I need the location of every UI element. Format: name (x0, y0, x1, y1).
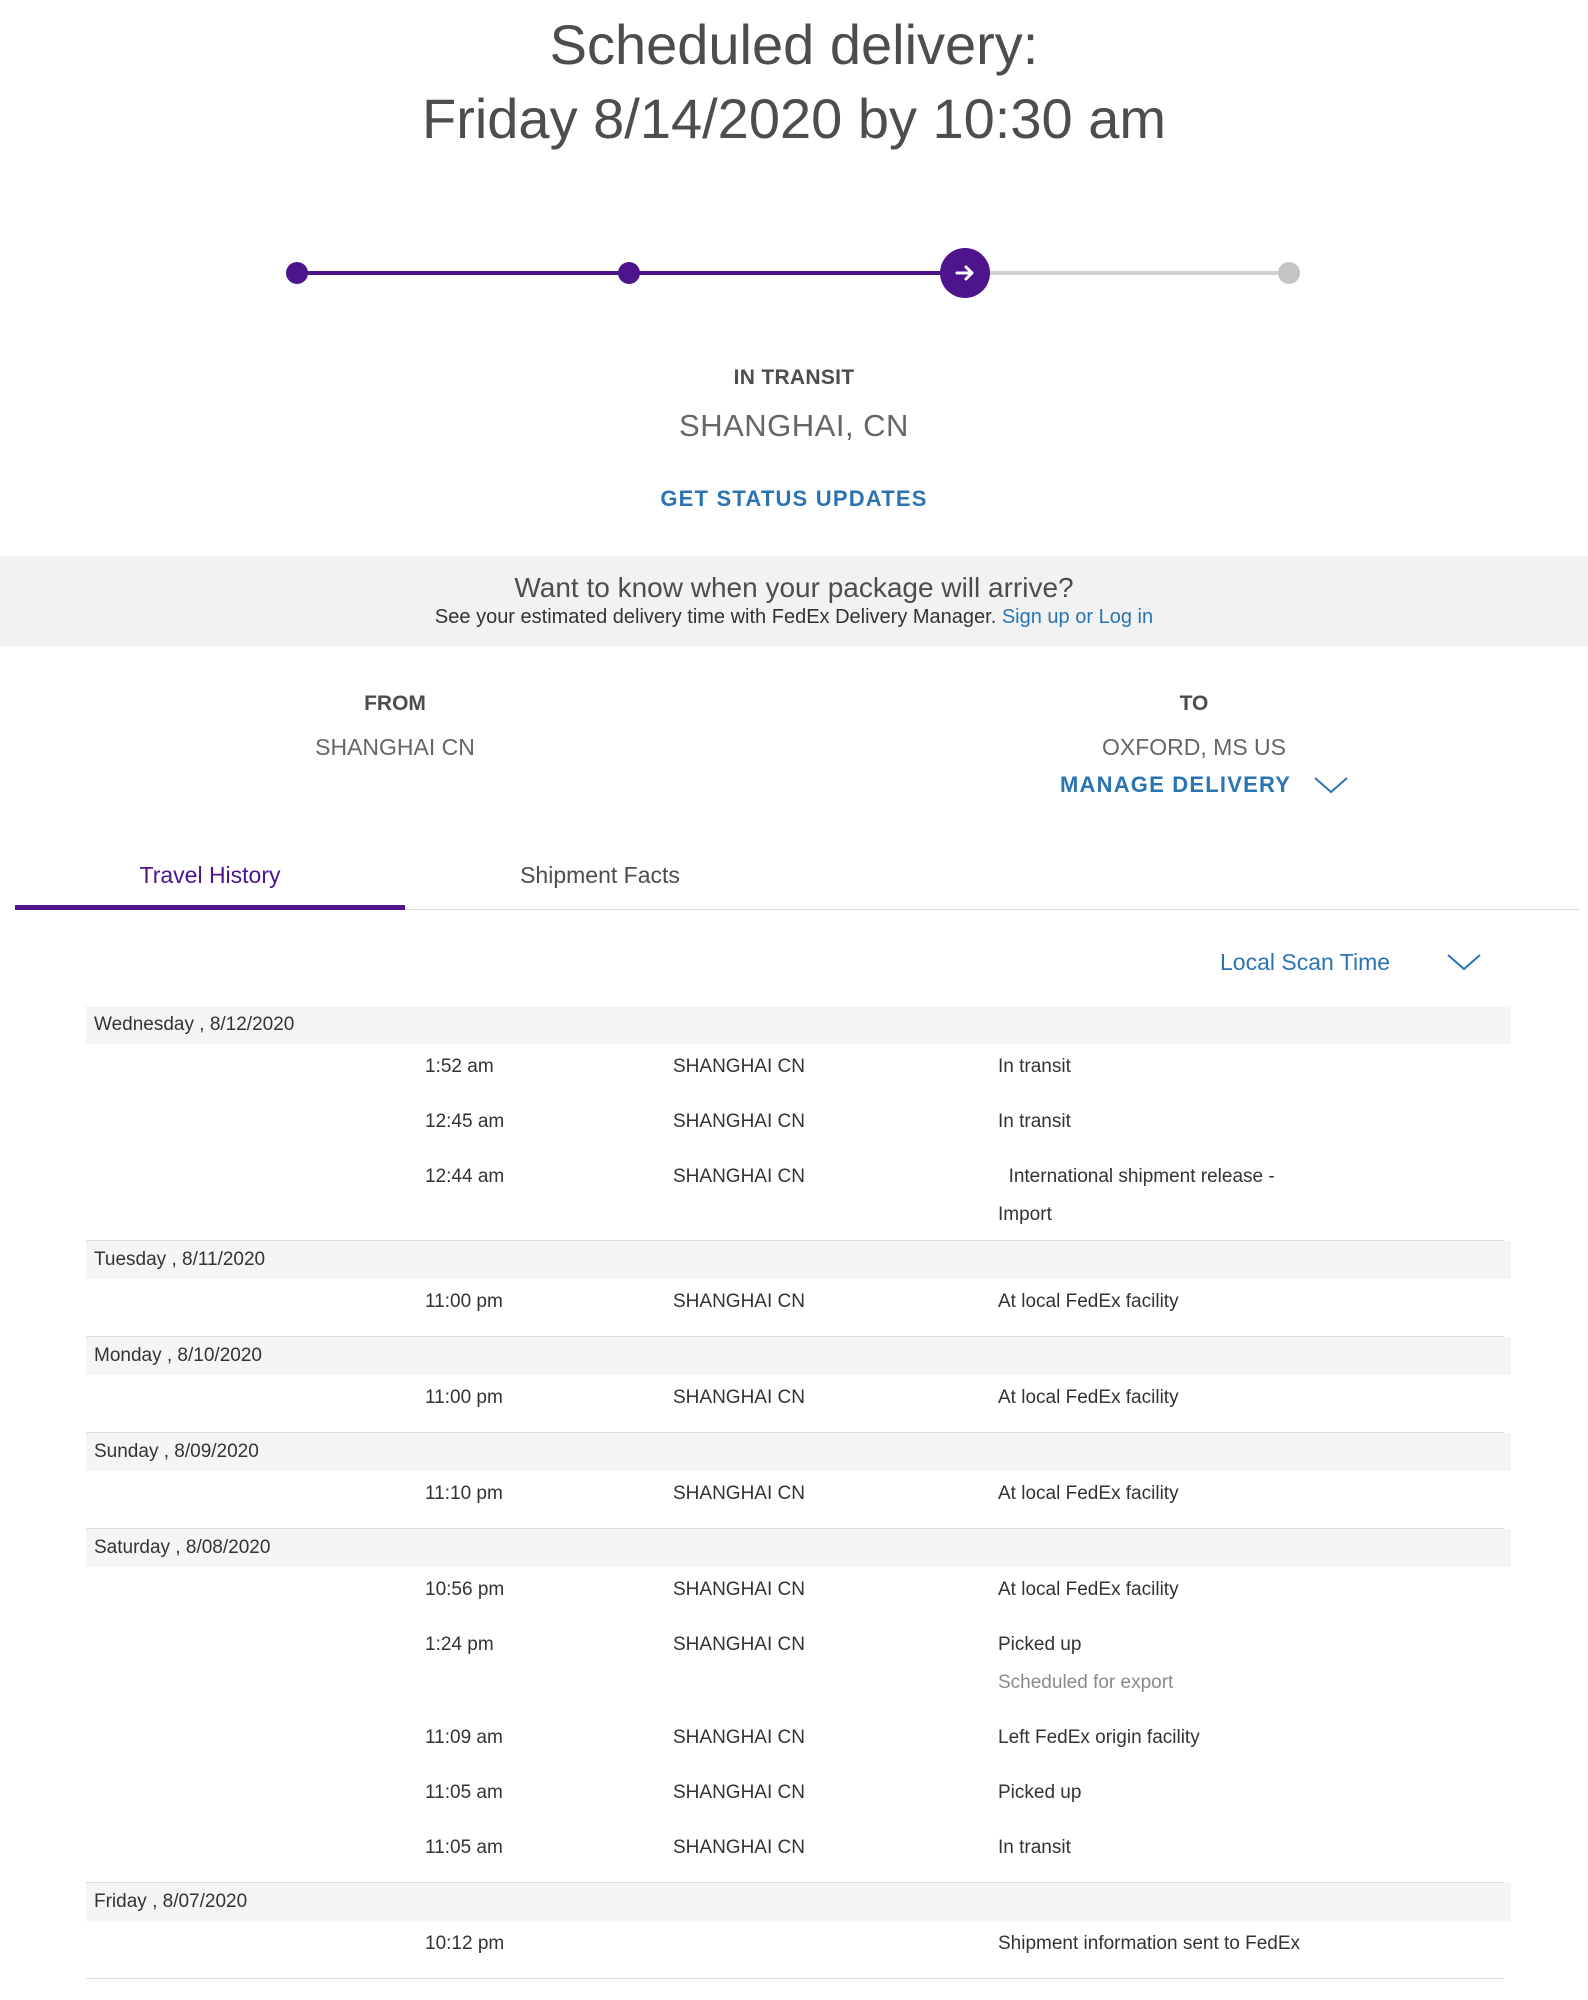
event-time: 11:00 pm (425, 1291, 503, 1312)
event-location: SHANGHAI CN (673, 1056, 805, 1077)
event-activity: At local FedEx facility (998, 1291, 1179, 1312)
day-date: Wednesday , 8/12/2020 (86, 1006, 1511, 1044)
tracking-page: Scheduled delivery: Friday 8/14/2020 by … (0, 0, 1588, 2000)
event-activity: In transit (998, 1111, 1071, 1132)
promo-text-line: See your estimated delivery time with Fe… (0, 606, 1588, 629)
event-location: SHANGHAI CN (673, 1483, 805, 1504)
event-time: 12:45 am (425, 1111, 505, 1132)
day-group: Wednesday , 8/12/2020 1:52 am SHANGHAI C… (0, 1006, 1588, 1241)
get-status-updates-link[interactable]: GET STATUS UPDATES (0, 486, 1588, 512)
event-time: 11:09 am (425, 1727, 503, 1748)
day-date: Friday , 8/07/2020 (86, 1883, 1511, 1921)
event-location: SHANGHAI CN (673, 1782, 805, 1803)
event-time: 11:10 pm (425, 1483, 503, 1504)
event-location: SHANGHAI CN (673, 1291, 805, 1312)
sign-up-login-link[interactable]: Sign up or Log in (1002, 606, 1153, 628)
event-activity: Shipment information sent to FedEx (998, 1933, 1301, 1954)
event-location: SHANGHAI CN (673, 1387, 805, 1408)
table-row: 11:05 am SHANGHAI CN Picked up (0, 1770, 1588, 1825)
scheduled-delivery-label: Scheduled delivery: (549, 13, 1039, 76)
local-scan-time-dropdown[interactable]: Local Scan Time (1220, 944, 1520, 980)
table-row: 1:24 pm SHANGHAI CN Picked up Scheduled … (0, 1622, 1588, 1715)
promo-title: Want to know when your package will arri… (514, 572, 1074, 603)
local-scan-time-label: Local Scan Time (1220, 948, 1391, 975)
event-activity: International shipment release - Import (998, 1166, 1280, 1225)
tab-travel-history[interactable]: Travel History (15, 850, 405, 910)
chevron-down-icon (1314, 777, 1348, 794)
table-row: 10:56 pm SHANGHAI CN At local FedEx faci… (0, 1567, 1588, 1622)
event-location: SHANGHAI CN (673, 1111, 805, 1132)
day-date: Tuesday , 8/11/2020 (86, 1241, 1511, 1279)
promo-text: See your estimated delivery time with Fe… (434, 606, 997, 628)
day-date: Monday , 8/10/2020 (86, 1337, 1511, 1375)
event-location: SHANGHAI CN (673, 1727, 805, 1748)
manage-delivery-label: MANAGE DELIVERY (1060, 772, 1292, 797)
event-time: 1:52 am (425, 1056, 494, 1077)
table-row: 11:10 pm SHANGHAI CN At local FedEx faci… (0, 1471, 1588, 1528)
event-time: 11:05 am (425, 1837, 503, 1858)
day-date: Saturday , 8/08/2020 (86, 1529, 1511, 1567)
progress-tracker (280, 248, 1316, 298)
progress-step-4 (1278, 262, 1300, 284)
event-location: SHANGHAI CN (673, 1837, 805, 1858)
day-group: Sunday , 8/09/2020 11:10 pm SHANGHAI CN … (0, 1433, 1588, 1529)
arrow-right-icon (955, 265, 974, 281)
delivery-manager-promo: Want to know when your package will arri… (0, 556, 1588, 646)
day-group: Tuesday , 8/11/2020 11:00 pm SHANGHAI CN… (0, 1241, 1588, 1337)
event-location: SHANGHAI CN (673, 1634, 805, 1655)
group-divider (86, 1978, 1504, 1979)
travel-history-table: Wednesday , 8/12/2020 1:52 am SHANGHAI C… (0, 1006, 1588, 1979)
current-location: SHANGHAI, CN (679, 408, 909, 443)
progress-line-pending (980, 271, 1300, 275)
day-group: Monday , 8/10/2020 11:00 pm SHANGHAI CN … (0, 1337, 1588, 1433)
progress-step-1 (286, 262, 308, 284)
event-activity: At local FedEx facility (998, 1483, 1179, 1504)
event-activity: At local FedEx facility (998, 1579, 1179, 1600)
day-date: Sunday , 8/09/2020 (86, 1433, 1511, 1471)
table-row: 1:52 am SHANGHAI CN In transit (0, 1044, 1588, 1099)
event-time: 1:24 pm (425, 1634, 494, 1655)
day-group: Friday , 8/07/2020 10:12 pm Shipment inf… (0, 1883, 1588, 1979)
to-label: TO (1179, 692, 1209, 715)
event-time: 11:00 pm (425, 1387, 503, 1408)
event-location: SHANGHAI CN (673, 1579, 805, 1600)
day-group: Saturday , 8/08/2020 10:56 pm SHANGHAI C… (0, 1529, 1588, 1883)
table-row: 12:44 am SHANGHAI CN International shipm… (0, 1154, 1588, 1240)
manage-delivery-button[interactable]: MANAGE DELIVERY (1060, 772, 1380, 798)
event-activity: Picked up (998, 1782, 1082, 1803)
progress-step-current (940, 248, 990, 298)
table-row: 11:00 pm SHANGHAI CN At local FedEx faci… (0, 1375, 1588, 1432)
scheduled-delivery-date: Friday 8/14/2020 by 10:30 am (421, 87, 1167, 150)
event-activity: In transit (998, 1837, 1071, 1858)
table-row: 11:09 am SHANGHAI CN Left FedEx origin f… (0, 1715, 1588, 1770)
to-address: OXFORD, MS US (1101, 734, 1286, 760)
event-time: 10:12 pm (425, 1933, 505, 1954)
event-note: Scheduled for export (998, 1672, 1174, 1693)
event-activity: Picked up (998, 1634, 1082, 1655)
from-address: SHANGHAI CN (315, 734, 475, 760)
table-row: 11:05 am SHANGHAI CN In transit (0, 1825, 1588, 1882)
from-label: FROM (364, 692, 426, 715)
event-time: 10:56 pm (425, 1579, 505, 1600)
event-location: SHANGHAI CN (673, 1166, 805, 1187)
event-time: 12:44 am (425, 1166, 505, 1187)
event-activity: In transit (998, 1056, 1071, 1077)
shipment-status: IN TRANSIT (733, 366, 855, 389)
event-activity: Left FedEx origin facility (998, 1727, 1200, 1748)
table-row: 10:12 pm Shipment information sent to Fe… (0, 1921, 1588, 1978)
table-row: 11:00 pm SHANGHAI CN At local FedEx faci… (0, 1279, 1588, 1336)
event-activity: At local FedEx facility (998, 1387, 1179, 1408)
tab-shipment-facts[interactable]: Shipment Facts (405, 850, 795, 910)
event-time: 11:05 am (425, 1782, 503, 1803)
scheduled-delivery-heading: Scheduled delivery: Friday 8/14/2020 by … (0, 8, 1588, 156)
progress-step-2 (618, 262, 640, 284)
tab-bar: Travel History Shipment Facts (15, 850, 1580, 910)
chevron-down-icon (1447, 954, 1481, 971)
table-row: 12:45 am SHANGHAI CN In transit (0, 1099, 1588, 1154)
